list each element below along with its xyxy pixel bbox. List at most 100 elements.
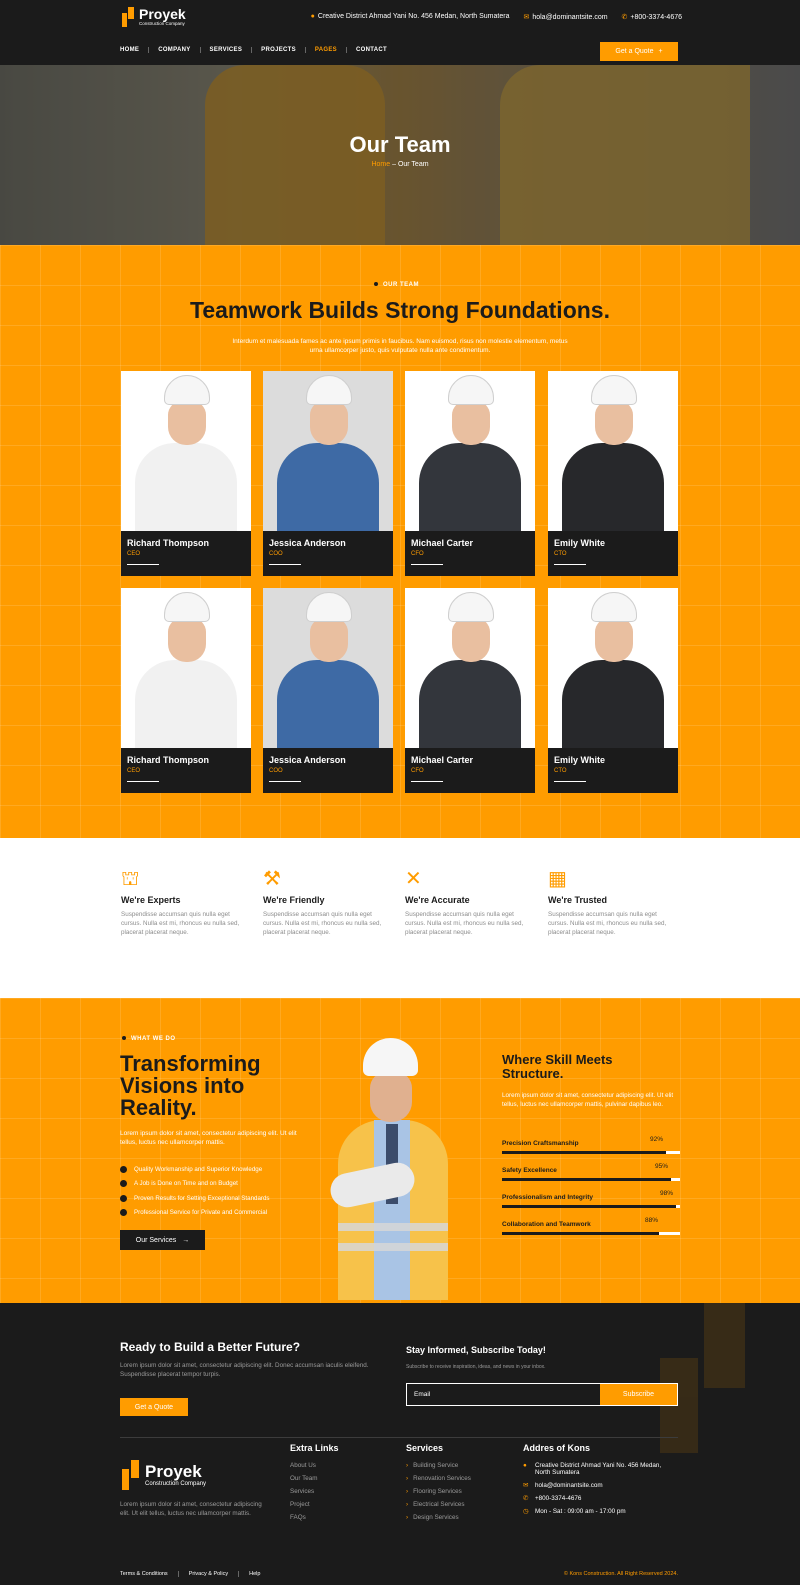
what-we-do-section: WHAT WE DO Transforming Visions into Rea… xyxy=(0,998,800,1303)
top-email-link[interactable]: ✉ hola@dominantsite.com xyxy=(523,13,607,21)
mail-icon: ✉ xyxy=(523,1482,529,1489)
skills-text: Lorem ipsum dolor sit amet, consectetur … xyxy=(502,1092,674,1108)
header-logo[interactable]: Proyek Construction Company xyxy=(122,7,186,27)
arrow-right-icon: → xyxy=(182,1236,190,1244)
worker-image xyxy=(320,1028,480,1303)
member-role: CTO xyxy=(554,551,567,557)
hard-hat-icon xyxy=(306,375,352,405)
our-services-button[interactable]: Our Services → xyxy=(120,1230,205,1250)
check-item: Proven Results for Setting Exceptional S… xyxy=(120,1194,270,1202)
member-photo xyxy=(263,588,393,748)
footer-address: ● Creative District Ahmad Yani No. 456 Me… xyxy=(523,1462,662,1476)
nav-item-pages[interactable]: PAGES xyxy=(315,47,347,53)
breadcrumb-home-link[interactable]: Home xyxy=(371,161,390,168)
team-card[interactable]: Jessica Anderson COO xyxy=(263,588,393,793)
member-name: Michael Carter xyxy=(411,538,474,548)
footer-divider xyxy=(120,1437,678,1438)
cta-text: Lorem ipsum dolor sit amet, consectetur … xyxy=(120,1362,369,1378)
footer-link-project[interactable]: Project xyxy=(290,1501,339,1508)
chevron-right-icon: › xyxy=(406,1462,409,1469)
copyright: © Kons Construction. All Right Reserved … xyxy=(563,1571,678,1577)
cta-heading: Ready to Build a Better Future? xyxy=(120,1340,301,1354)
card-divider xyxy=(411,781,443,782)
get-quote-button[interactable]: Get a Quote + xyxy=(600,42,678,61)
footer-service-link[interactable]: › Renovation Services xyxy=(406,1475,471,1482)
top-phone-link[interactable]: ✆ +800-3374-4676 xyxy=(622,13,682,21)
top-contacts: ● Creative District Ahmad Yani No. 456 Me… xyxy=(311,13,682,21)
member-name: Jessica Anderson xyxy=(269,755,346,765)
logo-mark-icon xyxy=(122,7,134,27)
footer-logo[interactable]: Proyek Construction Company xyxy=(122,1460,206,1490)
breadcrumb: Home – Our Team xyxy=(371,161,429,168)
team-card[interactable]: Michael Carter CFO xyxy=(405,588,535,793)
privacy-link[interactable]: Privacy & Policy xyxy=(189,1571,240,1577)
footer-phone[interactable]: ✆ +800-3374-4676 xyxy=(523,1495,661,1502)
team-card[interactable]: Richard Thompson CEO xyxy=(121,371,251,576)
nav-item-company[interactable]: COMPANY xyxy=(158,47,201,53)
column-title: Extra Links xyxy=(290,1443,339,1453)
breadcrumb-current: Our Team xyxy=(397,161,429,168)
tools-icon: ✕ xyxy=(405,868,422,890)
footer-link-about-us[interactable]: About Us xyxy=(290,1462,339,1469)
extra-links-column: Extra Links About Us Our Team Services P… xyxy=(290,1443,339,1527)
hard-hat-icon xyxy=(164,375,210,405)
team-card[interactable]: Jessica Anderson COO xyxy=(263,371,393,576)
features-section: ⛫ We're Experts Suspendisse accumsan qui… xyxy=(0,838,800,998)
skill-label: Professionalism and Integrity xyxy=(502,1194,594,1201)
feature-text: Suspendisse accumsan quis nulla eget cur… xyxy=(405,911,524,936)
page-hero: Our Team Home – Our Team xyxy=(0,65,800,245)
footer-service-link[interactable]: › Design Services xyxy=(406,1514,471,1521)
card-divider xyxy=(411,564,443,565)
footer-service-link[interactable]: › Flooring Services xyxy=(406,1488,471,1495)
member-name: Emily White xyxy=(554,538,606,548)
member-name: Richard Thompson xyxy=(127,755,210,765)
phone-icon: ✆ xyxy=(621,14,628,21)
nav-item-services[interactable]: SERVICES xyxy=(210,47,253,53)
nav-item-projects[interactable]: PROJECTS xyxy=(261,47,306,53)
team-card[interactable]: Emily White CTO xyxy=(548,588,678,793)
nav-item-contact[interactable]: CONTACT xyxy=(356,47,396,53)
column-title: Addres of Kons xyxy=(523,1443,591,1453)
member-photo xyxy=(405,588,535,748)
wwd-heading: Transforming Visions into Reality. xyxy=(120,1051,261,1120)
member-name: Richard Thompson xyxy=(127,538,210,548)
member-photo xyxy=(121,371,251,531)
team-card[interactable]: Emily White CTO xyxy=(548,371,678,576)
footer-link-our-team[interactable]: Our Team xyxy=(290,1475,339,1482)
skill-label: Safety Excellence xyxy=(502,1167,557,1174)
top-address: Creative District Ahmad Yani No. 456 Med… xyxy=(317,13,510,20)
main-navbar: HOME COMPANY SERVICES PROJECTS PAGES CON… xyxy=(0,37,800,65)
skill-percent: 95% xyxy=(655,1163,669,1170)
email-field[interactable] xyxy=(407,1384,601,1405)
footer-email[interactable]: ✉ hola@dominantsite.com xyxy=(523,1482,661,1489)
team-card[interactable]: Michael Carter CFO xyxy=(405,371,535,576)
footer-service-link[interactable]: › Building Service xyxy=(406,1462,471,1469)
team-card[interactable]: Richard Thompson CEO xyxy=(121,588,251,793)
plus-icon: + xyxy=(658,48,663,55)
bricks-icon: ▦ xyxy=(548,868,567,890)
terms-link[interactable]: Terms & Conditions xyxy=(120,1571,179,1577)
footer-link-services[interactable]: Services xyxy=(290,1488,339,1495)
logo-name: Proyek xyxy=(139,6,186,23)
member-name: Michael Carter xyxy=(411,755,474,765)
check-circle-icon xyxy=(120,1180,127,1188)
location-pin-icon: ● xyxy=(523,1462,527,1469)
nav-item-home[interactable]: HOME xyxy=(120,47,150,53)
skill-fill xyxy=(502,1151,666,1154)
footer-link-faqs[interactable]: FAQs xyxy=(290,1514,339,1521)
member-role: COO xyxy=(269,551,283,557)
card-divider xyxy=(554,781,586,782)
feature-title: We're Experts xyxy=(121,895,181,905)
hard-hat-icon xyxy=(448,592,494,622)
help-link[interactable]: Help xyxy=(249,1571,270,1577)
team-intro: Interdum et malesuada fames ac ante ipsu… xyxy=(232,338,568,354)
footer-get-quote-button[interactable]: Get a Quote xyxy=(120,1398,188,1416)
subscribe-button[interactable]: Subscribe xyxy=(600,1384,677,1405)
hard-hat-icon xyxy=(306,592,352,622)
member-name: Emily White xyxy=(554,755,606,765)
chevron-right-icon: › xyxy=(406,1475,409,1482)
footer-service-link[interactable]: › Electrical Services xyxy=(406,1501,471,1508)
footer-about: Lorem ipsum dolor sit amet, consectetur … xyxy=(120,1501,262,1517)
skill-percent: 92% xyxy=(650,1136,664,1143)
location-pin-icon: ● xyxy=(310,13,315,20)
